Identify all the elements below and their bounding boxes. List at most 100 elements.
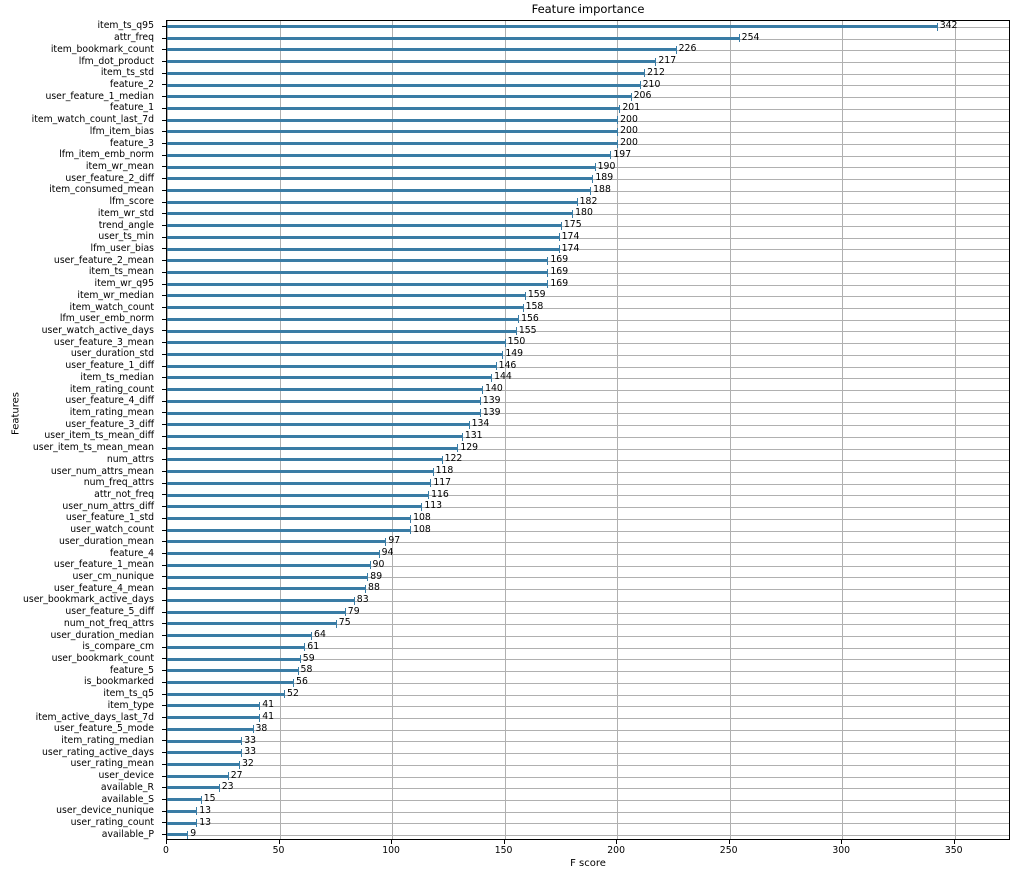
bar[interactable] — [167, 716, 260, 720]
bar-row[interactable]: 88 — [167, 582, 1009, 594]
bar-row[interactable]: 139 — [167, 395, 1009, 407]
bar[interactable] — [167, 130, 618, 134]
bar[interactable] — [167, 540, 386, 544]
bar[interactable] — [167, 528, 411, 532]
bar-row[interactable]: 15 — [167, 793, 1009, 805]
bar-row[interactable]: 97 — [167, 535, 1009, 547]
bar-row[interactable]: 197 — [167, 149, 1009, 161]
bar-row[interactable]: 210 — [167, 79, 1009, 91]
bar[interactable] — [167, 599, 354, 602]
bar-row[interactable]: 59 — [167, 653, 1009, 665]
bar-row[interactable]: 174 — [167, 231, 1009, 243]
bar[interactable] — [167, 282, 548, 286]
bar[interactable] — [167, 552, 379, 556]
bar[interactable] — [167, 142, 618, 146]
bar[interactable] — [167, 224, 561, 228]
bar-row[interactable]: 41 — [167, 711, 1009, 723]
bar[interactable] — [167, 165, 595, 169]
bar-row[interactable]: 9 — [167, 828, 1009, 839]
bar[interactable] — [167, 411, 480, 415]
bar[interactable] — [167, 751, 242, 755]
bar-row[interactable]: 190 — [167, 161, 1009, 173]
bar[interactable] — [167, 435, 462, 438]
bar-row[interactable]: 131 — [167, 430, 1009, 442]
bar-row[interactable]: 89 — [167, 571, 1009, 583]
bar-row[interactable]: 79 — [167, 606, 1009, 618]
bar-row[interactable]: 90 — [167, 559, 1009, 571]
bar[interactable] — [167, 563, 370, 567]
bar[interactable] — [167, 48, 676, 52]
bar-row[interactable]: 23 — [167, 781, 1009, 793]
bar[interactable] — [167, 118, 618, 122]
bar[interactable] — [167, 610, 345, 614]
bar-row[interactable]: 117 — [167, 477, 1009, 489]
bar-row[interactable]: 217 — [167, 55, 1009, 67]
bar-row[interactable]: 201 — [167, 102, 1009, 114]
bar-row[interactable]: 175 — [167, 219, 1009, 231]
bar[interactable] — [167, 353, 503, 356]
bar[interactable] — [167, 446, 458, 450]
bar-row[interactable]: 56 — [167, 676, 1009, 688]
bar-row[interactable]: 139 — [167, 407, 1009, 419]
bar-row[interactable]: 134 — [167, 418, 1009, 430]
bar-row[interactable]: 149 — [167, 348, 1009, 360]
bar[interactable] — [167, 212, 573, 216]
bar[interactable] — [167, 505, 422, 509]
bar-row[interactable]: 156 — [167, 313, 1009, 325]
bar[interactable] — [167, 235, 559, 239]
bar[interactable] — [167, 575, 368, 579]
bar[interactable] — [167, 622, 336, 626]
bar-row[interactable]: 169 — [167, 254, 1009, 266]
bar-row[interactable]: 52 — [167, 688, 1009, 700]
bar-row[interactable]: 146 — [167, 360, 1009, 372]
bar-row[interactable]: 58 — [167, 664, 1009, 676]
bar-row[interactable]: 13 — [167, 817, 1009, 829]
bar-row[interactable]: 159 — [167, 289, 1009, 301]
bar-row[interactable]: 174 — [167, 243, 1009, 255]
bar[interactable] — [167, 704, 260, 708]
bar[interactable] — [167, 821, 197, 825]
bar-row[interactable]: 180 — [167, 207, 1009, 219]
bar-row[interactable]: 83 — [167, 594, 1009, 606]
bar[interactable] — [167, 739, 242, 743]
bar[interactable] — [167, 189, 591, 192]
bar[interactable] — [167, 727, 253, 731]
bar[interactable] — [167, 470, 433, 474]
bar-row[interactable]: 27 — [167, 770, 1009, 782]
bar[interactable] — [167, 317, 519, 321]
bar-row[interactable]: 158 — [167, 301, 1009, 313]
bar[interactable] — [167, 36, 739, 40]
bar-row[interactable]: 182 — [167, 196, 1009, 208]
bar[interactable] — [167, 423, 469, 427]
bar-row[interactable]: 129 — [167, 442, 1009, 454]
bar[interactable] — [167, 153, 611, 157]
bar-row[interactable]: 116 — [167, 489, 1009, 501]
bar[interactable] — [167, 458, 442, 462]
bar-row[interactable]: 188 — [167, 184, 1009, 196]
bar[interactable] — [167, 376, 492, 380]
bar[interactable] — [167, 247, 559, 251]
bar-row[interactable]: 33 — [167, 735, 1009, 747]
bar[interactable] — [167, 634, 312, 638]
bar[interactable] — [167, 692, 285, 696]
bar[interactable] — [167, 25, 937, 28]
bar-row[interactable]: 189 — [167, 172, 1009, 184]
bar[interactable] — [167, 493, 429, 497]
bar-row[interactable]: 206 — [167, 90, 1009, 102]
bar-row[interactable]: 254 — [167, 32, 1009, 44]
bar-row[interactable]: 200 — [167, 125, 1009, 137]
bar[interactable] — [167, 329, 516, 333]
bar[interactable] — [167, 259, 548, 263]
bar[interactable] — [167, 306, 523, 310]
bar[interactable] — [167, 341, 505, 345]
bar[interactable] — [167, 177, 593, 181]
bar[interactable] — [167, 271, 548, 274]
bar-row[interactable]: 33 — [167, 746, 1009, 758]
bar-row[interactable]: 94 — [167, 547, 1009, 559]
bar-row[interactable]: 118 — [167, 465, 1009, 477]
bar[interactable] — [167, 388, 483, 392]
bar-row[interactable]: 144 — [167, 371, 1009, 383]
bar[interactable] — [167, 517, 411, 520]
bar[interactable] — [167, 71, 645, 75]
bar[interactable] — [167, 587, 366, 591]
